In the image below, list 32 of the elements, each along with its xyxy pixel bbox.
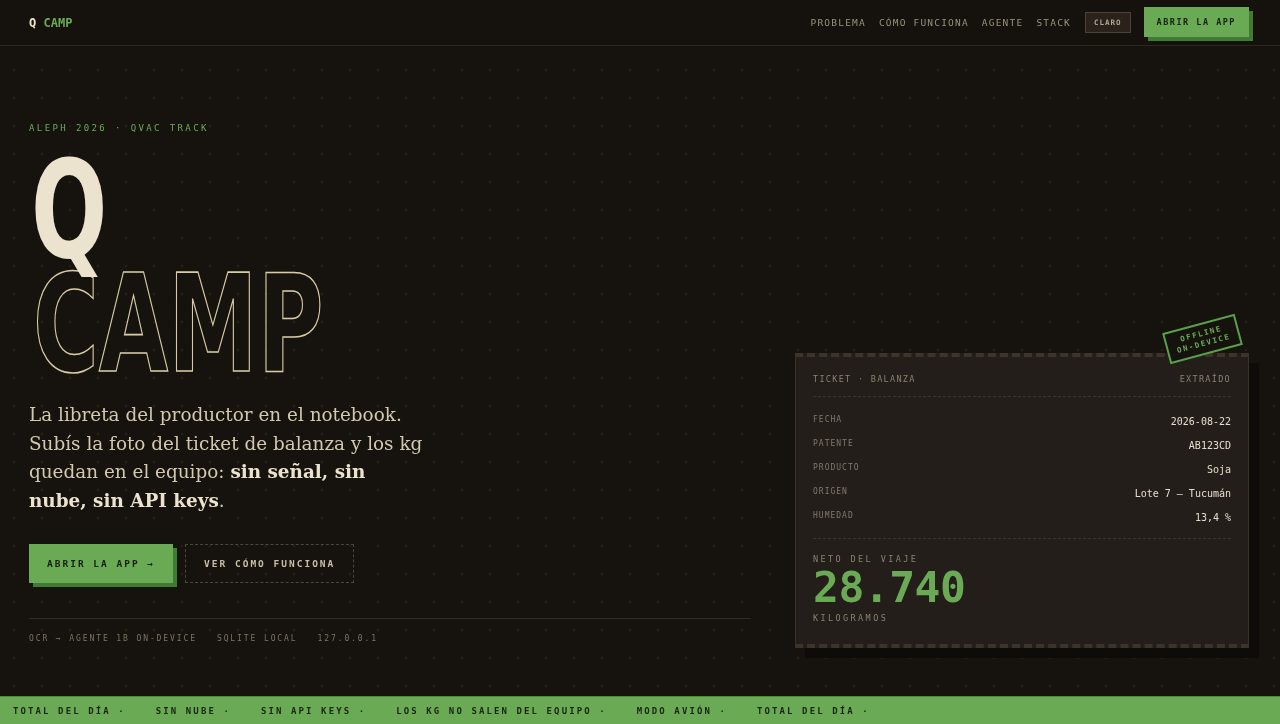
ticker-item: MODO AVIÓN · — [636, 705, 727, 716]
how-it-works-button[interactable]: VER CÓMO FUNCIONA — [185, 544, 355, 583]
logo[interactable]: Q CAMP — [29, 15, 73, 30]
ticket-title: TICKET · BALANZA — [813, 373, 916, 385]
net-weight-label: NETO DEL VIAJE — [813, 553, 920, 565]
field-label: ORIGEN — [813, 486, 848, 496]
ticker-item: LOS KG NO SALEN DEL EQUIPO · — [396, 705, 607, 716]
tech-label: 127.0.0.1 — [317, 633, 378, 645]
net-weight-value: 28.740 — [813, 565, 967, 609]
nav-link[interactable]: CÓMO FUNCIONA — [878, 17, 969, 28]
field-label: PATENTE — [813, 438, 854, 448]
tech-label: OCR → AGENTE 1B ON-DEVICE — [29, 633, 197, 645]
nav-link[interactable]: STACK — [1036, 17, 1071, 28]
nav-link[interactable]: AGENTE — [981, 17, 1024, 28]
tech-label: SQLITE LOCAL — [216, 633, 298, 645]
field-value: AB123CD — [1188, 439, 1231, 451]
nav-link[interactable]: PROBLEMA — [810, 17, 866, 28]
unit-label: KILOGRAMOS — [813, 612, 890, 624]
ticker-item: TOTAL DEL DÍA · — [757, 705, 870, 716]
ticker-item: SIN API KEYS · — [260, 705, 367, 716]
field-label: PRODUCTO — [813, 462, 860, 472]
ticker-item: SIN NUBE · — [155, 705, 231, 716]
eyebrow-label: ALEPH 2026 · QVAC TRACK — [29, 122, 209, 134]
field-value: Soja — [1206, 463, 1231, 475]
field-value: 13,4 % — [1194, 511, 1231, 523]
hero-description: La libreta del productor en el notebook. Subís la foto del ticket de balanza y los kg quedan en el equipo: sin señal, sin nube, sin API keys. — [29, 403, 424, 513]
ticket-status: EXTRAÍDO — [1179, 373, 1231, 385]
ticker-item: TOTAL DEL DÍA · — [13, 705, 126, 716]
field-value: 2026-08-22 — [1170, 415, 1231, 427]
field-label: FECHA — [813, 414, 843, 424]
field-value: Lote 7 — Tucumán — [1134, 487, 1231, 499]
field-label: HUMEDAD — [813, 510, 854, 520]
